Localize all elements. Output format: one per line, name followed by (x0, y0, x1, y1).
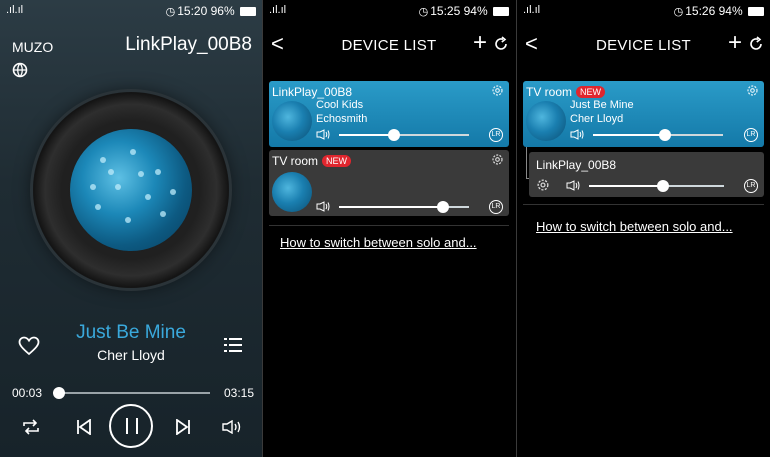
volume-knob[interactable] (657, 180, 670, 192)
volume-icon[interactable] (222, 420, 242, 434)
divider (523, 204, 764, 205)
battery-icon (493, 7, 509, 16)
status-bar: .ıl.ıl ◷ 15:26 94% (517, 0, 770, 22)
settings-gear-icon[interactable] (491, 84, 504, 97)
device-artist: Cher Lloyd (570, 113, 624, 125)
next-icon[interactable] (175, 419, 191, 435)
device-name: LinkPlay_00B8 (272, 85, 353, 99)
signal-icon: .ıl.ıl (523, 4, 541, 16)
device-name: TV room (526, 85, 573, 99)
speaker-icon[interactable] (566, 180, 580, 191)
repeat-icon[interactable] (22, 419, 40, 435)
add-device-button[interactable]: + (473, 30, 487, 56)
status-time: 15:20 (177, 4, 208, 18)
device-name: TV room (272, 154, 319, 168)
status-bar: .ıl.ıl ◷ 15:25 94% (263, 0, 515, 22)
volume-knob[interactable] (437, 201, 449, 213)
new-badge: NEW (576, 86, 606, 98)
device-artist: Echosmith (316, 113, 368, 125)
settings-gear-icon[interactable] (536, 178, 550, 192)
refresh-icon[interactable] (748, 36, 764, 52)
battery-percent: 96% (210, 4, 235, 18)
device-list-screen: .ıl.ıl ◷ 15:25 94% < DEVICE LIST + LinkPl… (263, 0, 515, 457)
device-name: LinkPlay_00B8 (536, 158, 617, 172)
channel-lr-button[interactable]: LR (744, 179, 758, 193)
status-time: 15:25 (430, 4, 461, 18)
album-art (70, 129, 192, 251)
volume-fill (593, 134, 665, 136)
alarm-icon: ◷ (418, 6, 429, 18)
previous-icon[interactable] (76, 419, 92, 435)
playlist-icon[interactable] (224, 337, 242, 353)
settings-gear-icon[interactable] (746, 84, 759, 97)
group-connector (526, 147, 529, 179)
speaker-icon[interactable] (570, 129, 584, 140)
device-card-linkplay-slave[interactable]: LinkPlay_00B8 LR (529, 152, 764, 197)
volume-knob[interactable] (387, 129, 400, 141)
pause-button[interactable] (109, 404, 153, 448)
battery-icon (240, 7, 256, 16)
alarm-icon: ◷ (673, 6, 684, 18)
app-name: MUZO (12, 39, 54, 55)
divider (269, 225, 509, 226)
device-card-linkplay[interactable]: LinkPlay_00B8 Cool Kids Echosmith LR (269, 81, 509, 147)
refresh-icon[interactable] (493, 36, 509, 52)
add-device-button[interactable]: + (728, 30, 742, 56)
help-link[interactable]: How to switch between solo and... (536, 219, 733, 234)
progress-bar[interactable] (53, 387, 210, 399)
album-vinyl (33, 92, 229, 288)
device-track: Cool Kids (316, 99, 364, 111)
volume-knob[interactable] (658, 129, 671, 141)
current-time: 00:03 (12, 386, 43, 400)
new-badge: NEW (322, 155, 352, 167)
channel-lr-button[interactable]: LR (489, 128, 503, 142)
speaker-icon[interactable] (316, 201, 330, 212)
status-time: 15:26 (685, 4, 716, 18)
device-album-thumb (272, 172, 312, 212)
device-album-thumb (526, 101, 566, 141)
battery-percent: 94% (718, 4, 743, 18)
volume-fill (589, 185, 664, 187)
device-list-header: < DEVICE LIST + (263, 30, 515, 60)
volume-fill (339, 134, 394, 136)
device-track: Just Be Mine (570, 99, 634, 111)
channel-lr-button[interactable]: LR (744, 128, 758, 142)
alarm-icon: ◷ (165, 6, 176, 18)
device-card-tvroom[interactable]: TV room NEW LR (269, 150, 509, 216)
volume-fill (339, 206, 443, 208)
battery-icon (748, 7, 764, 16)
signal-icon: .ıl.ıl (6, 4, 24, 16)
battery-percent: 94% (463, 4, 488, 18)
channel-lr-button[interactable]: LR (489, 200, 503, 214)
volume-slider[interactable] (593, 129, 723, 141)
globe-icon[interactable] (12, 62, 28, 78)
device-album-thumb (272, 101, 312, 141)
status-bar: .ıl.ıl ◷ 15:20 96% (0, 0, 262, 22)
device-list-grouped-screen: .ıl.ıl ◷ 15:26 94% < DEVICE LIST + TV roo… (517, 0, 770, 457)
player-screen: .ıl.ıl ◷ 15:20 96% MUZO LinkPlay_00B8 Jus… (0, 0, 262, 457)
volume-slider[interactable] (589, 180, 724, 192)
settings-gear-icon[interactable] (491, 153, 504, 166)
volume-slider[interactable] (339, 201, 469, 213)
player-header: MUZO LinkPlay_00B8 (12, 32, 254, 62)
signal-icon: .ıl.ıl (269, 4, 287, 16)
help-link[interactable]: How to switch between solo and... (280, 235, 477, 250)
device-card-tvroom-master[interactable]: TV room NEW Just Be Mine Cher Lloyd LR (523, 81, 764, 147)
volume-slider[interactable] (339, 129, 469, 141)
duration: 03:15 (223, 386, 254, 400)
device-list-header: < DEVICE LIST + (517, 30, 770, 60)
progress-knob[interactable] (53, 387, 66, 399)
song-title: Just Be Mine (76, 322, 186, 343)
speaker-icon[interactable] (316, 129, 330, 140)
song-artist: Cher Lloyd (97, 347, 165, 363)
device-name[interactable]: LinkPlay_00B8 (125, 34, 252, 56)
